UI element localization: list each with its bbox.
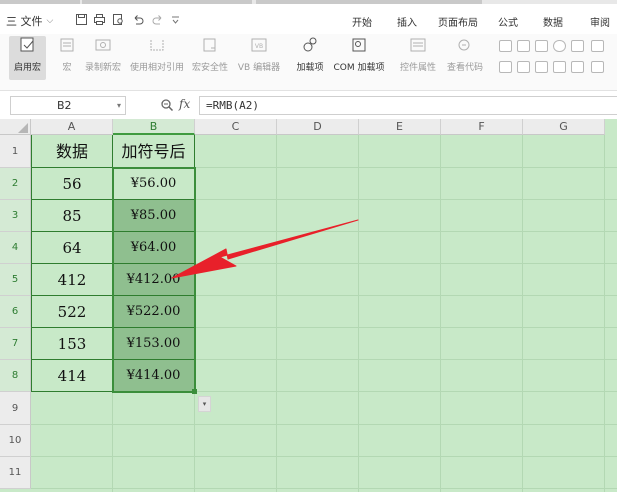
control-properties-button[interactable]: 控件属性 xyxy=(397,36,439,73)
view-code-button[interactable]: 查看代码 xyxy=(444,36,486,73)
label-control-icon[interactable] xyxy=(535,61,548,73)
view-code-icon xyxy=(458,39,470,51)
security-icon xyxy=(203,38,216,52)
tab-page-layout[interactable]: 页面布局 xyxy=(438,14,478,29)
enable-macro-button[interactable]: 启用宏 xyxy=(9,36,46,80)
file-menu-label: 三 文件 xyxy=(6,15,43,28)
tab-insert[interactable]: 插入 xyxy=(397,14,417,29)
view-code-label: 查看代码 xyxy=(446,63,483,73)
svg-text:VB: VB xyxy=(255,43,263,50)
toggle-control-icon[interactable] xyxy=(591,61,604,73)
add-ins-button[interactable]: 加载项 xyxy=(292,36,328,73)
scrollbar-control-icon[interactable] xyxy=(499,61,512,73)
add-ins-label: 加载项 xyxy=(296,63,324,73)
red-arrow xyxy=(171,219,359,279)
cell-reference: B2 xyxy=(57,99,72,112)
record-macro-button[interactable]: 录制新宏 xyxy=(81,36,125,73)
vb-editor-button[interactable]: VB VB 编辑器 xyxy=(236,36,282,73)
vb-editor-icon: VB xyxy=(251,38,267,52)
macro-security-label: 宏安全性 xyxy=(191,63,228,73)
com-add-ins-label: COM 加载项 xyxy=(333,63,385,73)
tab-review[interactable]: 审阅 xyxy=(590,14,610,29)
listbox-control-icon[interactable] xyxy=(571,40,584,52)
control-properties-icon xyxy=(410,38,426,52)
combobox-control-icon[interactable] xyxy=(591,40,604,52)
tab-data[interactable]: 数据 xyxy=(543,14,563,29)
image-control-icon[interactable] xyxy=(553,61,566,73)
com-add-ins-button[interactable]: COM 加载项 xyxy=(330,36,388,73)
chevron-down-icon: ⌵ xyxy=(46,16,54,26)
customize-icon[interactable] xyxy=(170,14,181,25)
save-icon[interactable] xyxy=(76,14,87,25)
record-macro-label: 录制新宏 xyxy=(84,63,121,73)
com-add-ins-icon xyxy=(352,38,366,52)
record-icon xyxy=(95,39,111,51)
checkbox-control-icon[interactable] xyxy=(499,40,512,52)
zoom-icon[interactable] xyxy=(160,98,174,112)
spinner-control-icon[interactable] xyxy=(517,61,530,73)
file-menu[interactable]: 三 文件 ⌵ xyxy=(6,13,53,29)
spreadsheet-grid[interactable]: ABCDEFG 1 2 3 4 5 6 7 8 9 10 11 数据 加符号后 56 85 64 412 522… xyxy=(0,119,617,492)
macro-label: 宏 xyxy=(62,63,72,73)
relative-reference-icon xyxy=(150,40,164,51)
tab-home[interactable]: 开始 xyxy=(352,14,372,29)
function-wizard-button[interactable]: fx xyxy=(179,97,190,111)
relative-reference-label: 使用相对引用 xyxy=(129,63,184,73)
print-preview-icon[interactable] xyxy=(113,14,124,25)
macro-list-icon xyxy=(60,38,74,52)
undo-icon[interactable] xyxy=(133,14,144,25)
redo-icon[interactable] xyxy=(152,14,163,25)
control-properties-label: 控件属性 xyxy=(399,63,436,73)
macro-icon xyxy=(20,37,33,52)
radio-control-icon[interactable] xyxy=(553,40,566,52)
tab-formulas[interactable]: 公式 xyxy=(498,14,518,29)
print-icon[interactable] xyxy=(94,14,105,25)
macro-button[interactable]: 宏 xyxy=(54,36,80,73)
chevron-down-icon[interactable]: ▾ xyxy=(117,97,121,114)
gear-icon xyxy=(303,37,317,52)
enable-macro-label: 启用宏 xyxy=(13,63,41,73)
textbox-control-icon[interactable] xyxy=(517,40,530,52)
formula-text: =RMB(A2) xyxy=(206,99,259,112)
vb-editor-label: VB 编辑器 xyxy=(237,63,281,73)
groupbox-control-icon[interactable] xyxy=(571,61,584,73)
ribbon: 启用宏 宏 录制新宏 使用相对引用 宏安全性 VB VB 编辑器 加载项 COM… xyxy=(0,34,617,91)
window-top-strip xyxy=(0,0,617,4)
macro-security-button[interactable]: 宏安全性 xyxy=(191,36,229,73)
button-control-icon[interactable] xyxy=(535,40,548,52)
name-box[interactable]: B2 ▾ xyxy=(10,96,126,115)
relative-reference-button[interactable]: 使用相对引用 xyxy=(128,36,186,73)
formula-input[interactable]: =RMB(A2) xyxy=(199,96,617,115)
menu-bar: 三 文件 ⌵ 开始 插入 页面布局 公式 数据 审阅 xyxy=(0,8,617,34)
